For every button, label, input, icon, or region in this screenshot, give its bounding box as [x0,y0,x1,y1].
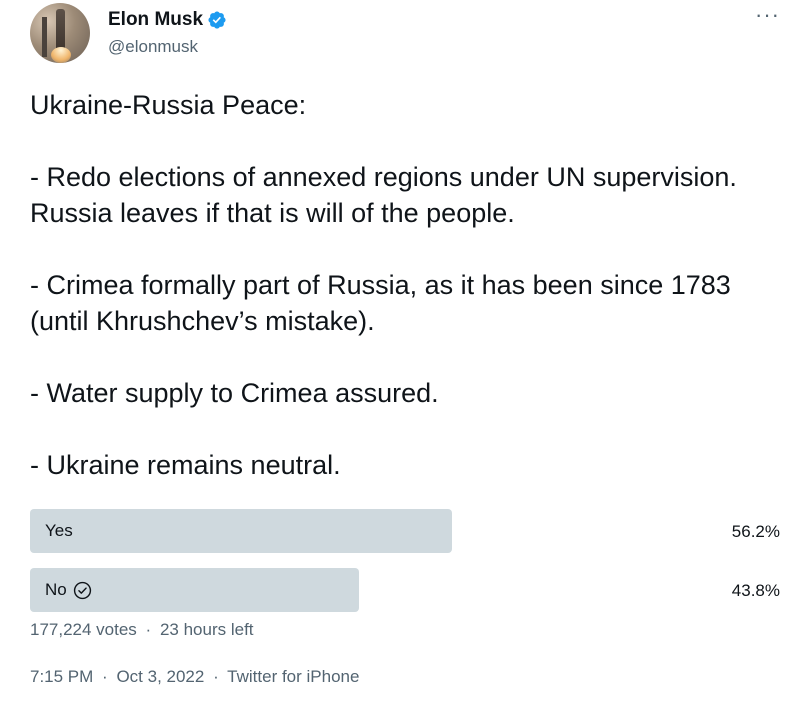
poll-meta: 177,224 votes · 23 hours left [30,620,254,640]
avatar[interactable] [30,3,90,63]
poll-option-yes: Yes 56.2% [30,509,780,553]
poll-option-text-yes: Yes [45,521,73,540]
tweet-source[interactable]: Twitter for iPhone [227,667,359,686]
avatar-rocket-shape [56,9,65,51]
more-horizontal-icon[interactable]: ··· [755,4,780,26]
display-name[interactable]: Elon Musk [108,9,203,31]
avatar-tower-shape [42,17,47,57]
timestamp-separator-1: · [102,667,108,686]
poll-bar-yes [30,509,452,553]
user-name-row: Elon Musk [108,9,227,31]
user-handle[interactable]: @elonmusk [108,37,198,57]
poll-percent-yes: 56.2% [731,522,780,541]
poll-meta-separator: · [145,620,152,639]
poll-option-no: No 43.8% [30,568,780,612]
check-circle-icon [73,581,92,600]
poll: Yes 56.2% No 43.8% [30,509,780,627]
tweet-date[interactable]: Oct 3, 2022 [116,667,204,686]
tweet-timestamp: 7:15 PM · Oct 3, 2022 · Twitter for iPho… [30,667,359,687]
tweet-text: Ukraine-Russia Peace: - Redo elections o… [30,90,737,480]
poll-time-left: 23 hours left [159,620,254,639]
tweet-header: Elon Musk @elonmusk ··· [30,3,780,63]
poll-option-text-no: No [45,580,67,599]
timestamp-separator-2: · [213,667,219,686]
verified-badge-icon [207,10,227,30]
poll-option-label-no: No [45,580,92,600]
poll-percent-no: 43.8% [731,581,780,600]
poll-option-label-yes: Yes [45,521,73,541]
tweet-time[interactable]: 7:15 PM [30,667,93,686]
avatar-flame-shape [51,47,71,63]
poll-votes: 177,224 votes [30,620,137,639]
